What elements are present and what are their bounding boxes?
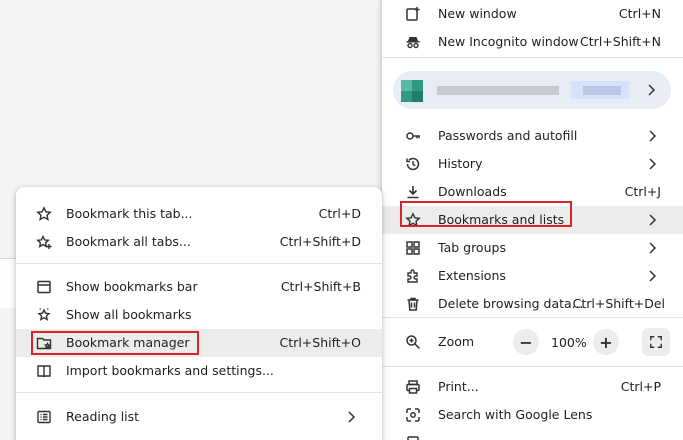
menu-item-new-incognito[interactable]: New Incognito window Ctrl+Shift+N — [382, 28, 683, 56]
submenu-item-show-all-bookmarks[interactable]: Show all bookmarks — [16, 301, 382, 329]
chevron-right-icon — [649, 214, 657, 226]
menu-item-label: Extensions — [438, 268, 506, 283]
menu-item-label: Show bookmarks bar — [66, 279, 198, 294]
zoom-in-button[interactable]: + — [593, 329, 619, 355]
submenu-item-import-bookmarks[interactable]: Import bookmarks and settings... — [16, 357, 382, 385]
chevron-right-icon — [649, 270, 657, 282]
menu-divider — [382, 57, 683, 58]
menu-item-label: Search with Google Lens — [438, 407, 593, 422]
download-icon — [405, 184, 421, 200]
star-icon — [36, 206, 52, 222]
bookmarks-bar-icon — [36, 279, 52, 295]
menu-item-shortcut: Ctrl+Shift+O — [279, 335, 361, 350]
menu-item-label: Print... — [438, 379, 479, 394]
menu-item-label: Show all bookmarks — [66, 307, 192, 322]
menu-divider — [382, 317, 683, 318]
menu-item-google-lens[interactable]: Search with Google Lens — [382, 401, 683, 429]
chevron-right-icon — [649, 158, 657, 170]
chevron-right-icon — [649, 130, 657, 142]
profile-email-blurred — [583, 86, 621, 95]
history-icon — [405, 156, 421, 172]
menu-item-label: Bookmark this tab... — [66, 206, 193, 221]
menu-item-label: New Incognito window — [438, 34, 579, 49]
menu-item-label: Zoom — [438, 334, 475, 349]
chevron-right-icon — [648, 84, 656, 96]
chevron-right-icon — [649, 242, 657, 254]
menu-item-shortcut: Ctrl+Shift+N — [580, 34, 661, 49]
bookmarks-submenu: Bookmark this tab... Ctrl+D Bookmark all… — [16, 187, 382, 440]
menu-item-print[interactable]: Print... Ctrl+P — [382, 373, 683, 401]
menu-item-shortcut: Ctrl+D — [318, 206, 361, 221]
menu-item-label: Reading list — [66, 409, 140, 424]
new-window-icon — [405, 6, 421, 22]
profile-name-blurred — [437, 86, 559, 95]
menu-item-history[interactable]: History — [382, 150, 683, 178]
menu-item-label: Delete browsing data... — [438, 296, 584, 311]
avatar-blur-overlay — [412, 91, 423, 102]
trash-icon — [405, 296, 421, 312]
menu-item-label: History — [438, 156, 483, 171]
zoom-level-value: 100% — [551, 335, 587, 350]
menu-item-icon — [405, 435, 421, 440]
menu-item-shortcut: Ctrl+Shift+D — [279, 234, 361, 249]
google-lens-icon — [405, 407, 421, 423]
highlight-box-bookmark-manager — [31, 331, 199, 355]
stars-icon — [36, 307, 52, 323]
key-icon — [405, 128, 421, 144]
star-add-icon — [36, 234, 52, 250]
submenu-item-bookmark-tab[interactable]: Bookmark this tab... Ctrl+D — [16, 200, 382, 228]
reading-list-icon — [36, 409, 52, 425]
menu-item-label: Import bookmarks and settings... — [66, 363, 274, 378]
chevron-right-icon — [348, 411, 356, 423]
menu-divider — [16, 263, 382, 264]
menu-item-shortcut: Ctrl+J — [624, 184, 661, 199]
menu-item-label: New window — [438, 6, 517, 21]
menu-item-label: Downloads — [438, 184, 507, 199]
zoom-out-button[interactable]: − — [513, 329, 539, 355]
submenu-item-bookmark-all-tabs[interactable]: Bookmark all tabs... Ctrl+Shift+D — [16, 228, 382, 256]
menu-item-passwords[interactable]: Passwords and autofill — [382, 122, 683, 150]
menu-item-shortcut: Ctrl+N — [618, 6, 661, 21]
menu-item-label: Passwords and autofill — [438, 128, 578, 143]
menu-item-label: Bookmark all tabs... — [66, 234, 191, 249]
menu-item-next[interactable] — [382, 429, 683, 440]
menu-item-shortcut: Ctrl+Shift+B — [280, 279, 361, 294]
submenu-item-show-bookmarks-bar[interactable]: Show bookmarks bar Ctrl+Shift+B — [16, 273, 382, 301]
menu-item-new-window[interactable]: New window Ctrl+N — [382, 0, 683, 28]
fullscreen-button[interactable] — [642, 328, 670, 356]
incognito-icon — [405, 34, 421, 50]
menu-item-tab-groups[interactable]: Tab groups — [382, 234, 683, 262]
zoom-icon — [405, 334, 421, 350]
puzzle-icon — [405, 268, 421, 284]
menu-item-delete-browsing-data[interactable]: Delete browsing data... Ctrl+Shift+Del — [382, 290, 683, 318]
menu-divider — [16, 392, 382, 393]
profile-button[interactable] — [393, 71, 671, 109]
submenu-item-reading-list[interactable]: Reading list — [16, 403, 382, 431]
fullscreen-icon — [650, 336, 662, 348]
menu-item-label: Tab groups — [438, 240, 506, 255]
menu-item-shortcut: Ctrl+Shift+Del — [572, 296, 665, 311]
printer-icon — [405, 379, 421, 395]
import-icon — [36, 363, 52, 379]
menu-divider — [382, 366, 683, 367]
tab-groups-icon — [405, 240, 421, 256]
avatar-blur-overlay — [401, 80, 412, 91]
menu-item-shortcut: Ctrl+P — [620, 379, 661, 394]
highlight-box-bookmarks-and-lists — [400, 201, 572, 227]
menu-item-extensions[interactable]: Extensions — [382, 262, 683, 290]
